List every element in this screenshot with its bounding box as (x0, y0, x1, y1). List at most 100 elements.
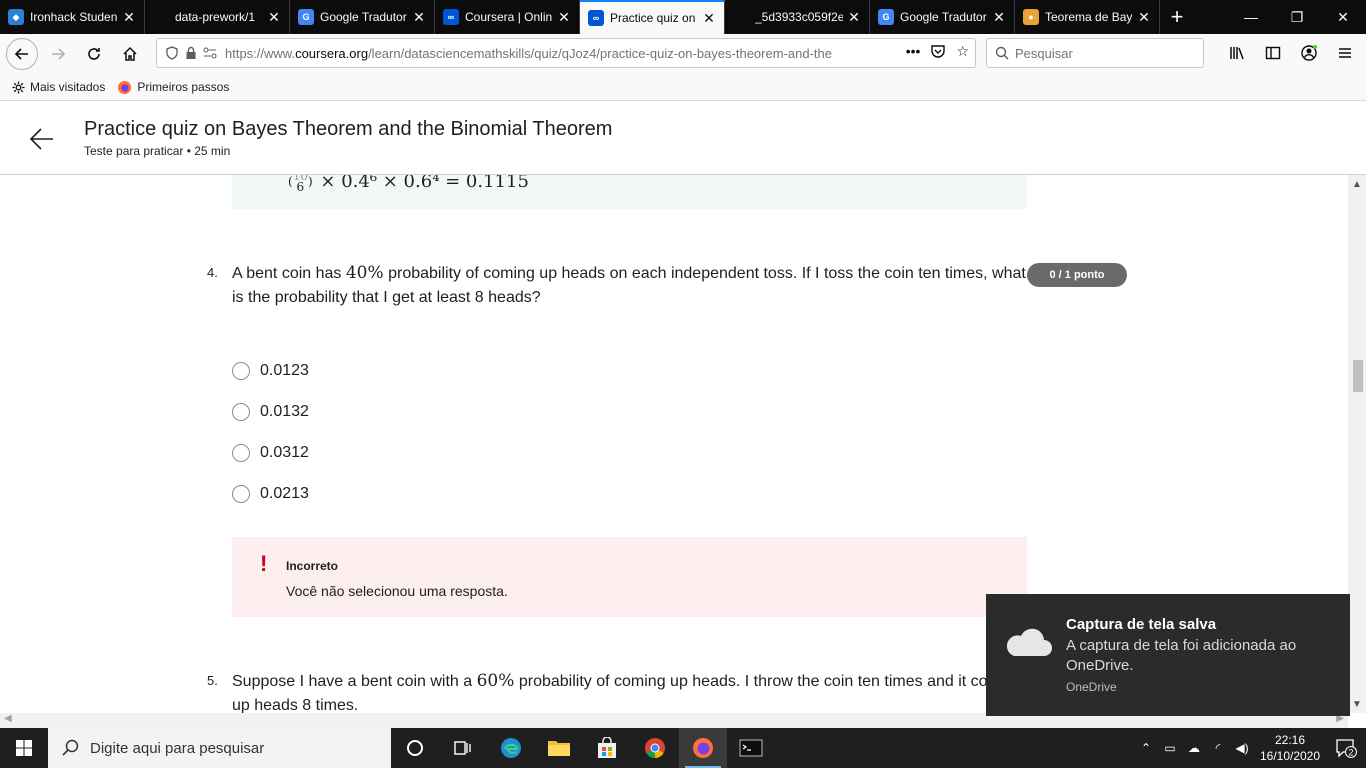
menu-icon[interactable] (1330, 38, 1360, 68)
action-center-button[interactable]: 2 (1326, 728, 1366, 768)
bookmarks-toolbar: Mais visitados Primeiros passos (0, 74, 1366, 101)
new-tab-button[interactable]: + (1160, 0, 1194, 34)
folder-icon (548, 741, 570, 756)
onedrive-toast[interactable]: Captura de tela salva A captura de tela … (986, 594, 1350, 716)
browser-tab[interactable]: ● Teorema de Bay ✕ (1015, 0, 1160, 34)
tab-close-icon[interactable]: ✕ (847, 10, 861, 24)
search-box[interactable]: Pesquisar (986, 38, 1204, 68)
radio-button[interactable] (232, 403, 250, 421)
store-bag-icon (598, 737, 616, 758)
browser-tab-strip: ◆ Ironhack Studen ✕ data-prework/1 ✕ G Google … (0, 0, 1366, 34)
answer-option[interactable]: 0.0132 (232, 401, 309, 423)
clock-time: 22:16 (1274, 733, 1306, 747)
tab-title: Google Tradutor (320, 10, 407, 24)
start-button[interactable] (0, 728, 48, 768)
scroll-left-icon[interactable]: ◀ (4, 713, 12, 724)
home-button[interactable] (114, 38, 146, 70)
cloud-icon (1006, 628, 1052, 656)
tab-close-icon[interactable]: ✕ (557, 10, 571, 24)
account-icon[interactable] (1294, 38, 1324, 68)
bookmark-label: Primeiros passos (137, 80, 230, 94)
svg-text:2: 2 (1348, 748, 1353, 758)
back-to-course-button[interactable] (28, 125, 56, 158)
sidebar-icon[interactable] (1258, 38, 1288, 68)
arrow-left-icon (14, 48, 28, 60)
reload-button[interactable] (78, 38, 110, 70)
tab-title: Coursera | Onlin (465, 10, 553, 24)
scroll-down-icon[interactable]: ▼ (1348, 695, 1366, 713)
forward-button[interactable] (42, 38, 74, 70)
firefox-taskbar-button[interactable] (679, 728, 727, 768)
browser-tab[interactable]: ◆ Ironhack Studen ✕ (0, 0, 145, 34)
onedrive-icon[interactable]: ☁ (1182, 741, 1206, 755)
answer-option[interactable]: 0.0312 (232, 442, 309, 464)
clock-date: 16/10/2020 (1259, 749, 1321, 763)
browser-tab[interactable]: _5d3933c059f2e209 ✕ (725, 0, 870, 34)
arrow-right-icon (52, 48, 66, 60)
wifi-icon[interactable]: ◜ (1206, 741, 1230, 755)
pocket-icon[interactable] (930, 43, 946, 62)
radio-button[interactable] (232, 362, 250, 380)
browser-tab[interactable]: ∞ Coursera | Onlin ✕ (435, 0, 580, 34)
site-identity[interactable] (157, 46, 217, 60)
tab-close-icon[interactable]: ✕ (267, 10, 281, 24)
lock-icon (186, 46, 196, 59)
browser-tab[interactable]: data-prework/1 ✕ (145, 0, 290, 34)
tab-favicon-icon: G (298, 9, 314, 25)
reload-icon (88, 48, 100, 60)
close-window-button[interactable]: ✕ (1320, 0, 1366, 34)
tab-close-icon[interactable]: ✕ (122, 10, 136, 24)
volume-icon[interactable]: ◀) (1230, 741, 1254, 755)
tab-favicon-icon (733, 9, 749, 25)
tab-favicon-icon (153, 9, 169, 25)
tab-favicon-icon: ∞ (443, 9, 459, 25)
cortana-icon (407, 740, 423, 756)
chrome-icon (645, 738, 665, 758)
task-view-button[interactable] (439, 728, 487, 768)
bookmark-primeiros-passos[interactable]: Primeiros passos (117, 80, 229, 95)
browser-tab[interactable]: G Google Tradutor ✕ (290, 0, 435, 34)
question-number: 5. (207, 673, 218, 688)
library-icon[interactable] (1222, 38, 1252, 68)
tab-close-icon[interactable]: ✕ (702, 11, 716, 25)
page-actions-icon[interactable]: ••• (906, 43, 921, 62)
home-icon (123, 46, 137, 61)
address-bar[interactable]: https://www.coursera.org/learn/datascien… (156, 38, 976, 68)
tab-title: data-prework/1 (175, 10, 256, 24)
battery-icon[interactable]: ▭ (1158, 741, 1182, 755)
terminal-button[interactable] (727, 728, 775, 768)
cortana-button[interactable] (391, 728, 439, 768)
back-button[interactable] (6, 38, 38, 70)
bookmark-star-icon[interactable]: ☆ (956, 43, 969, 62)
browser-tab[interactable]: ∞ Practice quiz on ✕ (580, 0, 725, 34)
browser-tab[interactable]: G Google Tradutor ✕ (870, 0, 1015, 34)
system-clock[interactable]: 22:16 16/10/2020 (1254, 732, 1326, 764)
store-button[interactable] (583, 728, 631, 768)
radio-button[interactable] (232, 485, 250, 503)
taskbar-search-placeholder: Digite aqui para pesquisar (90, 739, 265, 757)
chevron-up-icon[interactable]: ⌃ (1134, 741, 1158, 755)
minimize-button[interactable]: — (1228, 0, 1274, 34)
windows-logo-icon (16, 740, 32, 756)
scroll-up-icon[interactable]: ▲ (1348, 175, 1366, 193)
answer-option[interactable]: 0.0123 (232, 360, 309, 382)
chrome-button[interactable] (631, 728, 679, 768)
tab-close-icon[interactable]: ✕ (992, 10, 1006, 24)
answer-option[interactable]: 0.0213 (232, 483, 309, 505)
option-label: 0.0213 (260, 485, 309, 502)
bookmark-mais-visitados[interactable]: Mais visitados (12, 80, 105, 94)
quiz-header: Practice quiz on Bayes Theorem and the B… (0, 101, 1366, 175)
vertical-scrollbar[interactable]: ▲ ▼ (1348, 175, 1366, 713)
radio-button[interactable] (232, 444, 250, 462)
question-text: A bent coin has 40% probability of comin… (232, 263, 1026, 306)
toast-message: A captura de tela foi adicionada ao OneD… (1066, 637, 1297, 674)
edge-taskbar-button[interactable] (487, 728, 535, 768)
scroll-thumb[interactable] (1353, 360, 1363, 392)
restore-button[interactable]: ❐ (1274, 0, 1320, 34)
taskbar-search[interactable]: Digite aqui para pesquisar (48, 728, 391, 768)
tab-close-icon[interactable]: ✕ (412, 10, 426, 24)
file-explorer-button[interactable] (535, 728, 583, 768)
previous-formula: (10 6) × 0.4⁶ × 0.6⁴ = 0.1115 (288, 175, 529, 193)
tab-close-icon[interactable]: ✕ (1137, 10, 1151, 24)
tab-favicon-icon: ∞ (588, 10, 604, 26)
